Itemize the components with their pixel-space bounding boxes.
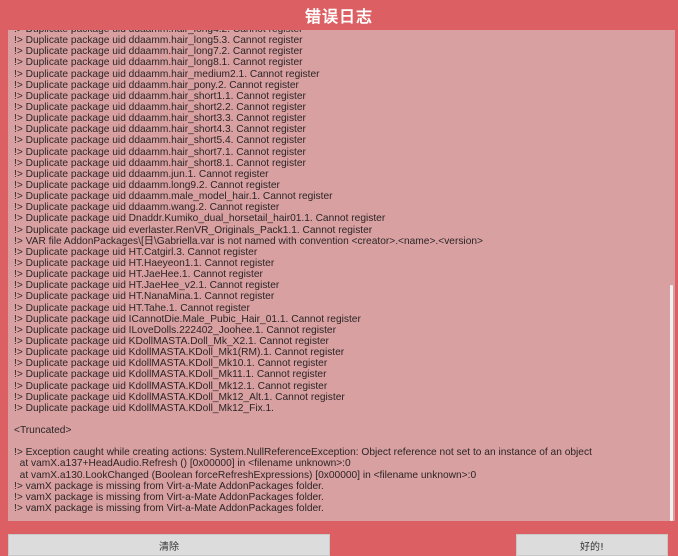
log-line: !> Duplicate package uid ddaamm.hair_lon… [14, 35, 303, 47]
log-line: !> vamX package is missing from Virt-a-M… [14, 503, 324, 515]
log-line: !> Duplicate package uid KdollMASTA.KDol… [14, 380, 328, 392]
error-log-dialog: 错误日志 !> Duplicate package uid ddaamm.hai… [0, 0, 678, 556]
log-line: !> Duplicate package uid KdollMASTA.KDol… [14, 369, 327, 381]
log-line: !> vamX package is missing from Virt-a-M… [14, 480, 324, 492]
log-line: !> VAR file AddonPackages\[日\Gabriella.v… [14, 235, 483, 247]
log-line: !> Duplicate package uid ddaamm.hair_sho… [14, 124, 306, 136]
log-line: !> Duplicate package uid ddaamm.hair_sho… [14, 157, 306, 169]
log-line: !> Duplicate package uid KdollMASTA.KDol… [14, 358, 328, 370]
log-line: at vamX.a137+HeadAudio.Refresh () [0x000… [14, 458, 351, 470]
log-line: !> Duplicate package uid KdollMASTA.KDol… [14, 391, 345, 403]
log-line: !> Duplicate package uid KdollMASTA.KDol… [14, 402, 274, 414]
log-text: !> Duplicate package uid ddaamm.hair_lon… [14, 30, 654, 514]
log-line: !> Duplicate package uid HT.Catgirl.3. C… [14, 246, 258, 258]
log-line: !> Duplicate package uid ddaamm.hair_lon… [14, 46, 303, 58]
title-bar: 错误日志 [0, 0, 678, 30]
error-log-panel[interactable]: !> Duplicate package uid ddaamm.hair_lon… [8, 30, 668, 521]
log-line: !> Exception caught while creating actio… [14, 447, 592, 459]
log-line: !> Duplicate package uid ILoveDolls.2224… [14, 324, 336, 336]
scrollbar-thumb[interactable] [670, 285, 673, 521]
log-line: !> Duplicate package uid HT.Haeyeon1.1. … [14, 257, 275, 269]
log-line: !> Duplicate package uid HT.Tahe.1. Cann… [14, 302, 250, 314]
log-line: !> vamX package is missing from Virt-a-M… [14, 491, 324, 503]
log-line: !> Duplicate package uid ddaamm.hair_sho… [14, 146, 306, 158]
log-line: !> Duplicate package uid KdollMASTA.KDol… [14, 347, 345, 359]
log-line: !> Duplicate package uid ddaamm.hair_sho… [14, 135, 306, 147]
log-line: !> Duplicate package uid ddaamm.hair_med… [14, 68, 320, 80]
log-line: !> Duplicate package uid ddaamm.hair_sho… [14, 113, 306, 125]
log-line: at vamX.a130.LookChanged (Boolean forceR… [14, 469, 477, 481]
log-line: !> Duplicate package uid ddaamm.hair_sho… [14, 101, 306, 113]
dialog-title: 错误日志 [304, 7, 373, 26]
log-line: !> Duplicate package uid ddaamm.long9.2.… [14, 179, 280, 191]
log-line: !> Duplicate package uid ICannotDie.Male… [14, 313, 361, 325]
log-line: !> Duplicate package uid ddaamm.male_mod… [14, 191, 333, 203]
log-line: !> Duplicate package uid ddaamm.hair_lon… [14, 57, 303, 69]
log-line: !> Duplicate package uid ddaamm.jun.1. C… [14, 168, 269, 180]
log-line: !> Duplicate package uid KDollMASTA.Doll… [14, 335, 329, 347]
log-line: !> Duplicate package uid ddaamm.hair_sho… [14, 90, 306, 102]
log-line: !> Duplicate package uid everlaster.RenV… [14, 224, 373, 236]
log-line: !> Duplicate package uid ddaamm.wang.2. … [14, 202, 280, 214]
log-line: !> Duplicate package uid Dnaddr.Kumiko_d… [14, 213, 386, 225]
log-line: !> Duplicate package uid HT.JaeHee_v2.1.… [14, 280, 280, 292]
log-line: !> Duplicate package uid HT.JaeHee.1. Ca… [14, 269, 263, 281]
log-line: !> Duplicate package uid ddaamm.hair_pon… [14, 79, 299, 91]
log-line: <Truncated> [14, 425, 72, 437]
log-line: !> Duplicate package uid HT.NanaMina.1. … [14, 291, 275, 303]
